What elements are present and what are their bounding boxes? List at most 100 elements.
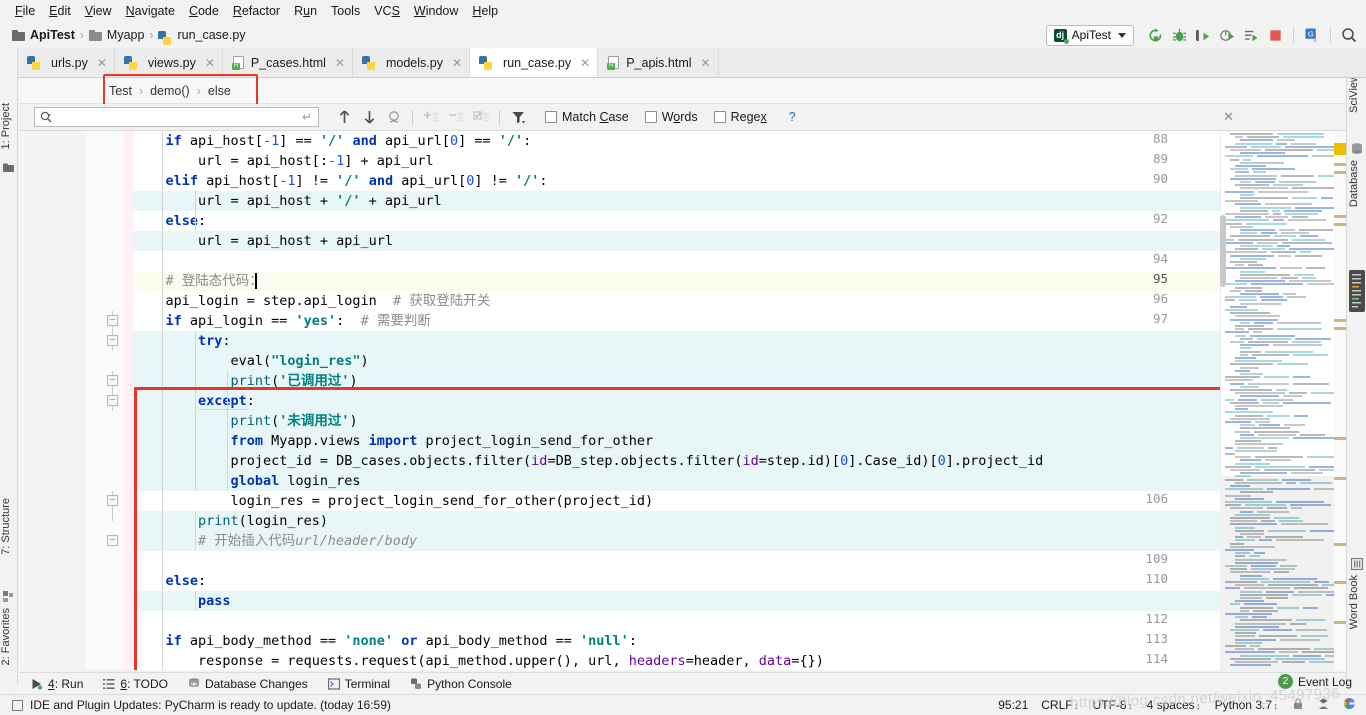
- fold-marker-101[interactable]: −: [107, 395, 118, 406]
- warning-marker[interactable]: [1334, 477, 1346, 480]
- bottom-item-python-console[interactable]: Python Console: [410, 677, 512, 691]
- menu-file[interactable]: File: [8, 2, 42, 20]
- close-find-icon[interactable]: ✕: [1223, 109, 1234, 125]
- filter-icon[interactable]: [507, 107, 529, 127]
- tab-p-cases-html[interactable]: H P_cases.html ✕: [223, 48, 353, 77]
- python-interpreter[interactable]: Python 3.7↕: [1215, 698, 1279, 712]
- close-icon[interactable]: ✕: [205, 56, 215, 70]
- warning-marker[interactable]: [1334, 543, 1346, 546]
- rerun-icon[interactable]: [1144, 24, 1166, 46]
- menu-vcs[interactable]: VCS: [367, 2, 407, 20]
- tab-p-apis-html[interactable]: H P_apis.html ✕: [598, 48, 718, 77]
- breadcrumb-file[interactable]: run_case.py: [177, 28, 245, 42]
- close-icon[interactable]: ✕: [452, 56, 462, 70]
- code-line[interactable]: api_login = step.api_login # 获取登陆开关: [165, 291, 490, 311]
- error-stripe[interactable]: [1334, 131, 1346, 670]
- file-encoding[interactable]: UTF-8↕: [1093, 698, 1134, 712]
- warning-marker[interactable]: [1334, 621, 1346, 624]
- warning-marker[interactable]: [1334, 319, 1346, 322]
- menu-run[interactable]: Run: [287, 2, 324, 20]
- fold-marker-108[interactable]: −: [107, 535, 118, 546]
- caret-position[interactable]: 95:21: [998, 698, 1028, 712]
- menu-view[interactable]: View: [78, 2, 119, 20]
- code-line[interactable]: # 开始插入代码url/header/body: [198, 531, 417, 551]
- code-line[interactable]: global login_res: [230, 471, 360, 491]
- warning-marker[interactable]: [1334, 143, 1346, 155]
- find-previous-icon[interactable]: [333, 107, 355, 127]
- tab-views-py[interactable]: views.py ✕: [115, 48, 223, 77]
- code-line[interactable]: print('未调用过'): [230, 411, 357, 431]
- code-line[interactable]: try:: [198, 331, 231, 351]
- run-tests-icon[interactable]: [1240, 24, 1262, 46]
- search-history-icon[interactable]: ↵: [302, 110, 312, 124]
- code-line[interactable]: elif api_host[-1] != '/' and api_url[0] …: [165, 171, 547, 191]
- sidebar-item-structure[interactable]: 7: Structure: [0, 498, 18, 555]
- regex-checkbox[interactable]: Regex: [714, 110, 767, 124]
- fold-marker-97[interactable]: −: [107, 315, 118, 326]
- bottom-item-terminal[interactable]: Terminal: [328, 677, 390, 691]
- code-line[interactable]: login_res = project_login_send_for_other…: [230, 491, 653, 511]
- indent-setting[interactable]: 4 spaces↕: [1147, 698, 1202, 712]
- code-text-area[interactable]: if api_host[-1] == '/' and api_url[0] ==…: [133, 131, 1220, 670]
- sidebar-item-sciview[interactable]: SciView: [1348, 74, 1366, 113]
- warning-marker[interactable]: [1334, 581, 1346, 584]
- translate-google-icon[interactable]: [1343, 697, 1356, 713]
- warning-marker[interactable]: [1334, 223, 1346, 226]
- warning-marker[interactable]: [1334, 171, 1346, 174]
- breadcrumb-project[interactable]: ApiTest: [30, 28, 75, 42]
- warning-marker[interactable]: [1334, 327, 1346, 330]
- tab-urls-py[interactable]: urls.py ✕: [18, 48, 115, 77]
- tab-models-py[interactable]: models.py ✕: [353, 48, 470, 77]
- bottom-item-run[interactable]: 4: Run: [31, 677, 83, 691]
- fold-marker-106[interactable]: −: [107, 495, 118, 506]
- code-line[interactable]: pass: [198, 591, 231, 611]
- code-line[interactable]: print(login_res): [198, 511, 328, 531]
- match-case-checkbox[interactable]: Match Case: [545, 110, 629, 124]
- code-line[interactable]: url = api_host + '/' + api_url: [198, 191, 442, 211]
- crumb-demo[interactable]: demo(): [150, 84, 190, 98]
- close-icon[interactable]: ✕: [97, 56, 107, 70]
- editor-scrollbar-thumb[interactable]: [1220, 215, 1226, 287]
- code-line[interactable]: print('已调用过'): [230, 371, 357, 391]
- crumb-test[interactable]: Test: [109, 84, 132, 98]
- close-icon[interactable]: ✕: [335, 56, 345, 70]
- find-next-icon[interactable]: [358, 107, 380, 127]
- sidebar-item-favorites[interactable]: 2: Favorites: [0, 608, 18, 665]
- menu-edit[interactable]: Edit: [42, 2, 78, 20]
- code-line[interactable]: else:: [165, 211, 206, 231]
- code-line[interactable]: if api_body_method == 'none' or api_body…: [165, 631, 637, 651]
- debug-icon[interactable]: [1168, 24, 1190, 46]
- sidebar-item-database[interactable]: Database: [1348, 160, 1366, 207]
- stop-icon[interactable]: [1264, 24, 1286, 46]
- tab-run-case-py[interactable]: run_case.py ✕: [470, 48, 598, 77]
- translate-icon[interactable]: Gx: [1301, 24, 1323, 46]
- code-line[interactable]: # 登陆态代码：: [165, 271, 262, 291]
- menu-tools[interactable]: Tools: [324, 2, 367, 20]
- code-line[interactable]: project_id = DB_cases.objects.filter(id=…: [230, 451, 1043, 471]
- warning-marker[interactable]: [1334, 215, 1346, 218]
- breadcrumb-folder[interactable]: Myapp: [107, 28, 145, 42]
- inspector-icon[interactable]: [1317, 697, 1330, 713]
- bottom-item-todo[interactable]: 6: TODO: [103, 677, 168, 691]
- run-configuration-selector[interactable]: dj ApiTest: [1046, 25, 1134, 46]
- code-line[interactable]: if api_host[-1] == '/' and api_url[0] ==…: [165, 131, 531, 151]
- crumb-else[interactable]: else: [208, 84, 231, 98]
- code-line[interactable]: if api_login == 'yes': # 需要判断: [165, 311, 430, 331]
- code-minimap[interactable]: [1220, 131, 1346, 670]
- lock-icon[interactable]: [1292, 698, 1304, 713]
- code-line[interactable]: except:: [198, 391, 255, 411]
- code-line[interactable]: url = api_host[:-1] + api_url: [198, 151, 434, 171]
- code-line[interactable]: else:: [165, 571, 206, 591]
- select-all-occurrences-icon[interactable]: [383, 107, 405, 127]
- close-icon[interactable]: ✕: [580, 56, 590, 70]
- code-line[interactable]: from Myapp.views import project_login_se…: [230, 431, 653, 451]
- words-checkbox[interactable]: Words: [645, 110, 698, 124]
- profile-icon[interactable]: [1216, 24, 1238, 46]
- code-line[interactable]: response = requests.request(api_method.u…: [198, 651, 824, 670]
- search-everywhere-icon[interactable]: [1338, 24, 1360, 46]
- sidebar-item-project[interactable]: 1: Project: [0, 103, 18, 149]
- menu-help[interactable]: Help: [465, 2, 505, 20]
- code-line[interactable]: eval("login_res"): [230, 351, 368, 371]
- fold-marker-98[interactable]: −: [107, 335, 118, 346]
- menu-navigate[interactable]: Navigate: [119, 2, 182, 20]
